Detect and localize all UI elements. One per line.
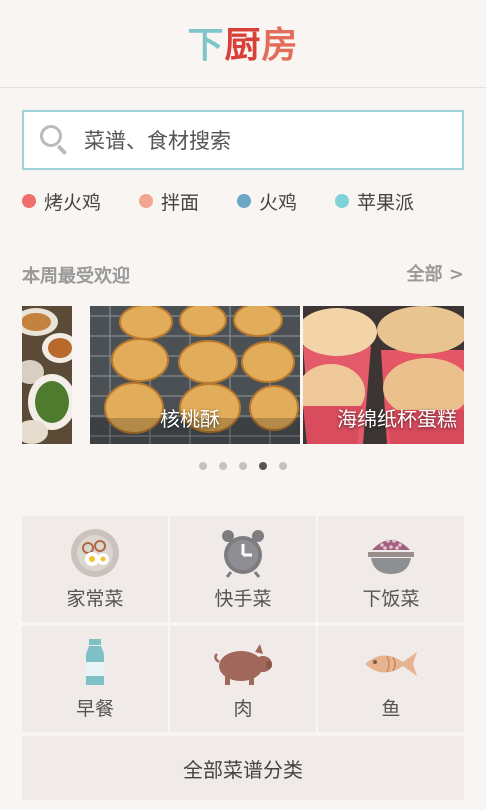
search-icon [38,123,72,157]
popular-carousel[interactable]: 核桃酥 海绵纸杯蛋糕 [22,306,464,444]
tag-dot-icon [22,194,36,208]
hot-tag[interactable]: 烤火鸡 [22,188,101,215]
plate-icon [71,529,119,577]
carousel-slide-cupcakes[interactable]: 海绵纸杯蛋糕 [303,306,464,444]
section-title: 本周最受欢迎 [22,266,130,287]
search-box[interactable]: 菜谱、食材搜索 [22,110,464,170]
page-dot[interactable] [239,462,247,470]
page-dot[interactable] [219,462,227,470]
category-label: 家常菜 [66,588,124,610]
view-all-link[interactable]: 全部 > [407,260,464,286]
app-logo: 下厨房 [187,25,299,66]
search-placeholder: 菜谱、食材搜索 [84,129,231,153]
hot-tag[interactable]: 苹果派 [335,188,414,215]
category-rice[interactable]: 下饭菜 [318,516,464,622]
tag-dot-icon [139,194,154,208]
fish-icon [365,652,417,676]
alarm-clock-icon [222,530,264,578]
dishes-photo [22,306,72,444]
carousel-slide-dishes[interactable] [22,306,72,444]
tag-dot-icon [237,194,252,208]
category-homestyle[interactable]: 家常菜 [22,516,168,622]
category-label: 肉 [233,698,253,720]
category-label: 早餐 [75,698,114,720]
category-label: 下饭菜 [362,588,420,610]
page-dot-active[interactable] [259,462,267,470]
hot-tags: 烤火鸡 拌面 火鸡 苹果派 [22,186,452,216]
category-breakfast[interactable]: 早餐 [22,626,168,732]
milk-bottle-icon [86,639,104,685]
page-dot[interactable] [199,462,207,470]
slide-caption: 核桃酥 [160,407,220,431]
all-categories-button[interactable]: 全部菜谱分类 [22,736,464,800]
category-label: 鱼 [381,698,401,720]
tag-dot-icon [335,194,350,208]
hot-tag[interactable]: 火鸡 [237,188,297,215]
pig-icon [214,644,272,685]
category-label: 快手菜 [214,588,272,610]
hot-tag[interactable]: 拌面 [139,188,199,215]
carousel-pagination [0,462,486,470]
slide-caption: 海绵纸杯蛋糕 [337,407,457,431]
category-quick[interactable]: 快手菜 [170,516,316,622]
rice-bowl-icon [368,539,414,574]
app-header: 下厨房 [0,0,486,88]
category-fish[interactable]: 鱼 [318,626,464,732]
page-dot[interactable] [279,462,287,470]
carousel-slide-walnut-cookies[interactable]: 核桃酥 [90,306,300,444]
category-meat[interactable]: 肉 [170,626,316,732]
